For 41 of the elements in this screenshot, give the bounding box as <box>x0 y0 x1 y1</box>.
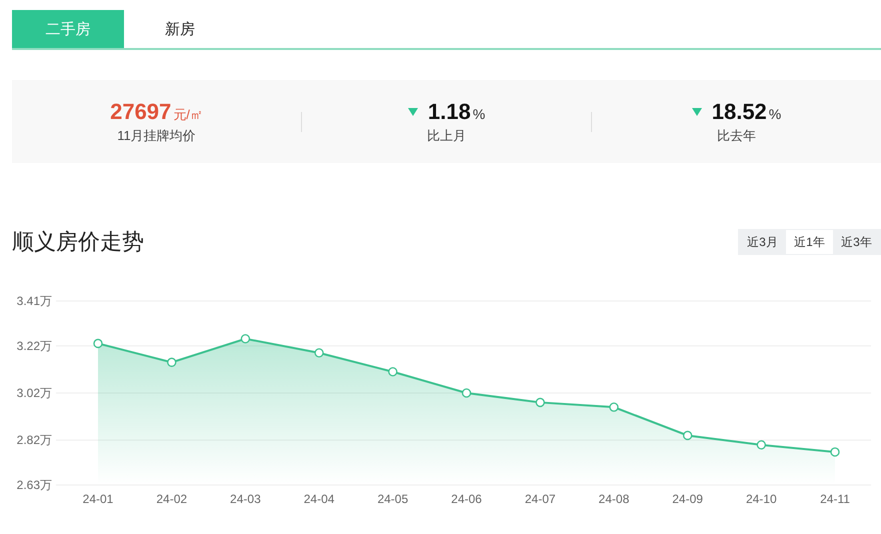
data-point <box>167 358 176 367</box>
x-axis-label: 24-03 <box>230 492 261 506</box>
data-point <box>536 398 545 408</box>
data-point <box>93 338 103 348</box>
price-value: 27697 <box>110 98 172 124</box>
y-axis-label: 3.02万 <box>16 386 52 400</box>
x-axis-label: 24-11 <box>820 492 850 506</box>
unit-label: 元/㎡ <box>173 106 203 124</box>
y-axis-label: 3.41万 <box>16 294 52 308</box>
change-value: 1.18 <box>428 98 471 124</box>
data-point <box>609 402 619 412</box>
period-button[interactable]: 近3年 <box>833 230 880 254</box>
tab[interactable]: 新房 <box>124 10 236 48</box>
x-axis-label: 24-10 <box>746 492 777 506</box>
unit-label: % <box>472 106 486 122</box>
period-button[interactable]: 近1年 <box>786 230 833 254</box>
stat-label: 11月挂牌均价 <box>117 126 196 144</box>
x-axis-label: 24-06 <box>451 492 482 506</box>
chart-title: 顺义房价走势 <box>12 228 144 256</box>
data-point <box>830 447 840 457</box>
data-point <box>388 367 398 376</box>
x-axis-label: 24-05 <box>377 492 408 506</box>
data-point <box>314 348 324 358</box>
stat-label: 比去年 <box>717 126 756 144</box>
period-button[interactable]: 近3月 <box>739 230 786 254</box>
data-point <box>462 388 472 398</box>
y-axis-label: 2.82万 <box>16 433 52 448</box>
data-point <box>240 334 250 344</box>
stat-label: 比上月 <box>427 126 466 144</box>
x-axis-label: 24-04 <box>304 492 334 506</box>
data-point <box>756 440 766 450</box>
change-value: 18.52 <box>712 98 767 124</box>
x-axis-label: 24-09 <box>672 492 703 506</box>
data-point <box>682 430 692 440</box>
y-axis-label: 2.63万 <box>16 478 52 492</box>
x-axis-label: 24-01 <box>82 492 114 506</box>
x-axis-label: 24-02 <box>156 492 188 506</box>
x-axis-label: 24-08 <box>598 492 630 506</box>
x-axis-label: 24-07 <box>524 492 556 506</box>
unit-label: % <box>768 106 782 122</box>
y-axis-label: 3.22万 <box>16 338 52 353</box>
